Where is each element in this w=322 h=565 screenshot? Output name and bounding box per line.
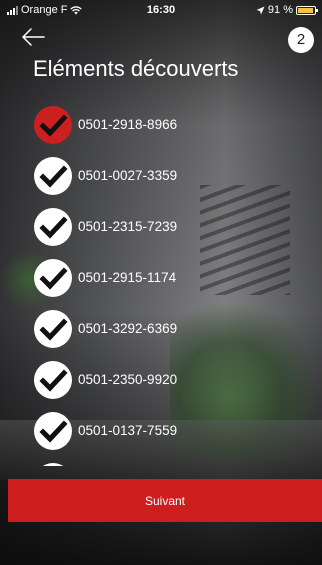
battery-level (298, 7, 313, 13)
list-item[interactable]: 0501-0027-3359 (0, 157, 322, 199)
item-label: 0501-3292-6369 (78, 321, 178, 336)
status-right: 91 % (256, 0, 318, 20)
battery-percent: 91 % (267, 4, 293, 16)
battery-icon (296, 5, 318, 15)
checkmark-circle-icon (34, 310, 72, 348)
item-label: 0501-2315-7239 (78, 219, 178, 234)
list-item[interactable]: 0501-3292-6369 (0, 310, 322, 352)
list-item[interactable]: 0501-2315-7239 (0, 208, 322, 250)
list-item[interactable]: 0501-2350-9920 (0, 361, 322, 403)
checkmark-circle-icon (34, 157, 72, 195)
item-label: 0501-2915-1174 (78, 270, 177, 285)
checkmark-circle-icon (34, 463, 72, 466)
list-item[interactable]: 0501-0137-7559 (0, 412, 322, 454)
checkmark-circle-icon (34, 361, 72, 399)
discovered-items-list: 0501-2918-8966 0501-0027-3359 0501-2315-… (0, 106, 322, 466)
checkmark-circle-icon (34, 106, 72, 144)
checkmark-circle-icon (34, 259, 72, 297)
status-bar: Orange F 16:30 91 % (0, 0, 322, 20)
list-item-partial[interactable] (0, 463, 322, 466)
list-item[interactable]: 0501-2918-8966 (0, 106, 322, 148)
list-item[interactable]: 0501-2915-1174 (0, 259, 322, 301)
back-button[interactable] (20, 26, 46, 48)
checkmark-circle-icon (34, 412, 72, 450)
location-arrow-icon (256, 6, 265, 14)
item-label: 0501-0137-7559 (78, 423, 178, 438)
item-label: 0501-2350-9920 (78, 372, 178, 387)
next-button[interactable]: Suivant (8, 479, 322, 522)
arrow-left-icon (22, 28, 45, 46)
count-badge: 2 (288, 27, 314, 53)
item-label: 0501-0027-3359 (78, 168, 178, 183)
item-label: 0501-2918-8966 (78, 117, 178, 132)
page-title: Eléments découverts (33, 56, 239, 81)
checkmark-circle-icon (34, 208, 72, 246)
